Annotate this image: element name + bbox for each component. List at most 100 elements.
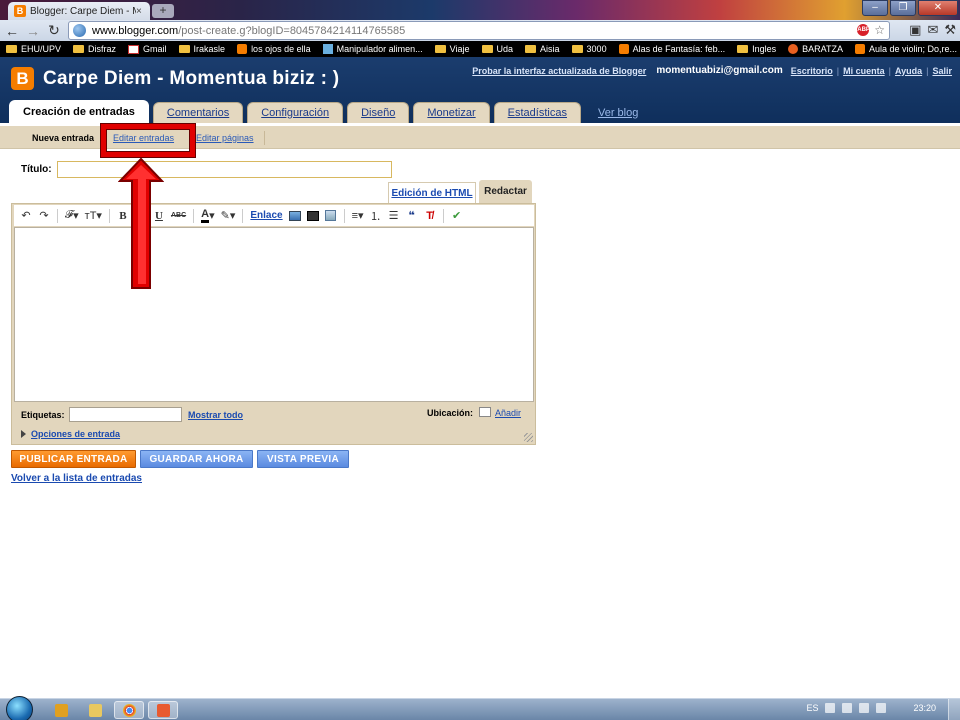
compose-tab[interactable]: Redactar: [479, 180, 532, 203]
tab-comments[interactable]: Comentarios: [152, 102, 244, 123]
reload-icon[interactable]: ↻: [45, 22, 63, 40]
link-button[interactable]: Enlace: [248, 207, 284, 225]
insert-jump-break-icon[interactable]: [323, 207, 339, 225]
window-controls: – ❐ ✕: [862, 0, 958, 16]
main-tabs: Creación de entradas Comentarios Configu…: [9, 100, 655, 123]
add-location-link[interactable]: Añadir: [495, 408, 521, 418]
try-new-interface-link[interactable]: Probar la interfaz actualizada de Blogge…: [472, 66, 646, 76]
undo-icon[interactable]: ↶: [18, 207, 34, 225]
bookmark-item[interactable]: Manipulador alimen...: [322, 44, 423, 54]
blogger-logo-icon[interactable]: B: [11, 67, 34, 90]
font-size-glyph: ᴛT: [84, 209, 97, 222]
redo-icon[interactable]: ↷: [36, 207, 52, 225]
bookmark-item[interactable]: Uda: [481, 44, 513, 54]
tab-monetize[interactable]: Monetizar: [413, 102, 490, 123]
blogger-header: B Carpe Diem - Momentua biziz : ) Probar…: [0, 57, 960, 123]
network-icon[interactable]: [842, 703, 853, 713]
numbered-list-icon[interactable]: ⒈: [368, 207, 384, 225]
my-account-link[interactable]: Mi cuenta: [843, 66, 885, 76]
font-size-icon[interactable]: ᴛT ▾: [83, 207, 104, 225]
volume-icon[interactable]: [876, 703, 887, 713]
toolbar-divider: [108, 208, 110, 223]
post-title-input[interactable]: [57, 161, 392, 178]
signal-icon[interactable]: [859, 703, 870, 713]
preview-button[interactable]: VISTA PREVIA: [257, 450, 349, 468]
extension-icon[interactable]: ▣: [909, 22, 921, 38]
tab-design[interactable]: Diseño: [347, 102, 410, 123]
red-arrow-icon: [118, 157, 164, 289]
bookmark-item[interactable]: Disfraz: [73, 44, 116, 54]
wrench-icon[interactable]: ⚒: [944, 22, 956, 38]
bookmark-item[interactable]: Aula de violin; Do,re...: [855, 44, 957, 54]
mail-icon[interactable]: ✉: [927, 22, 938, 38]
separator: |: [926, 65, 929, 76]
language-indicator[interactable]: ES: [806, 703, 818, 713]
bookmark-item[interactable]: Viaje: [434, 44, 470, 54]
dashboard-link[interactable]: Escritorio: [791, 66, 833, 76]
post-body-editor[interactable]: [14, 227, 534, 402]
spellcheck-icon[interactable]: ✔: [449, 207, 465, 225]
post-options-toggle[interactable]: Opciones de entrada: [21, 429, 120, 439]
font-family-icon[interactable]: 𝓕 ▾: [63, 207, 81, 225]
sign-out-link[interactable]: Salir: [932, 66, 952, 76]
show-all-labels-link[interactable]: Mostrar todo: [188, 410, 243, 420]
bookmark-item[interactable]: Alas de Fantasía: feb...: [618, 44, 725, 54]
blogger-icon: [855, 44, 866, 54]
sub-tab-new-post[interactable]: Nueva entrada: [32, 133, 94, 143]
media-player-taskbar-item[interactable]: [46, 701, 76, 719]
bookmark-item[interactable]: los ojos de ella: [237, 44, 311, 54]
sub-tab-edit-pages[interactable]: Editar páginas: [196, 133, 254, 143]
labels-input[interactable]: [69, 407, 182, 422]
start-button[interactable]: [6, 696, 33, 720]
blockquote-icon[interactable]: ❝: [404, 207, 420, 225]
publish-post-button[interactable]: PUBLICAR ENTRADA: [11, 450, 136, 468]
bookmark-item[interactable]: Ingles: [737, 44, 776, 54]
bookmark-label: Manipulador alimen...: [336, 44, 423, 54]
clock[interactable]: 23:20: [913, 703, 936, 713]
show-desktop-button[interactable]: [948, 699, 960, 720]
tab-posting[interactable]: Creación de entradas: [9, 100, 149, 123]
tab-close-icon[interactable]: ×: [136, 6, 146, 17]
new-tab-button[interactable]: +: [152, 4, 174, 18]
forward-arrow-icon[interactable]: →: [24, 22, 42, 40]
help-link[interactable]: Ayuda: [895, 66, 922, 76]
text-color-icon[interactable]: A ▾: [199, 207, 216, 225]
tab-settings[interactable]: Configuración: [247, 102, 344, 123]
strikethrough-icon[interactable]: ABC: [169, 207, 188, 225]
browser-navbar: ← → ↻ www.blogger.com /post-create.g?blo…: [0, 20, 960, 41]
app-taskbar-item[interactable]: [148, 701, 178, 719]
film-glyph: [306, 210, 319, 221]
tab-stats[interactable]: Estadísticas: [493, 102, 581, 123]
browser-tab[interactable]: B Blogger: Carpe Diem - Mom ×: [8, 2, 150, 20]
bookmark-star-icon[interactable]: ☆: [874, 24, 885, 36]
back-to-posts-link[interactable]: Volver a la lista de entradas: [11, 473, 142, 484]
insert-video-icon[interactable]: [305, 207, 321, 225]
maximize-button[interactable]: ❐: [890, 0, 916, 16]
user-email: momentuabizi@gmail.com: [656, 65, 783, 76]
edit-html-tab[interactable]: Edición de HTML: [388, 182, 476, 203]
insert-image-icon[interactable]: [287, 207, 303, 225]
explorer-taskbar-item[interactable]: [80, 701, 110, 719]
bullet-list-icon[interactable]: ☰: [386, 207, 402, 225]
align-icon[interactable]: ≡ ▾: [350, 207, 366, 225]
bookmark-item[interactable]: Gmail: [128, 44, 167, 54]
resize-handle[interactable]: [524, 433, 533, 442]
address-bar[interactable]: www.blogger.com /post-create.g?blogID=80…: [68, 21, 890, 40]
tab-title: Blogger: Carpe Diem - Mom: [30, 5, 136, 17]
back-arrow-icon[interactable]: ←: [3, 22, 21, 40]
adblock-icon[interactable]: ABP: [857, 24, 870, 36]
minimize-button[interactable]: –: [862, 0, 888, 16]
bookmark-item[interactable]: BARATZA: [788, 44, 843, 54]
chrome-taskbar-item[interactable]: [114, 701, 144, 719]
bookmark-item[interactable]: EHU/UPV: [6, 44, 61, 54]
flag-icon[interactable]: [825, 703, 836, 713]
title-label: Título:: [21, 164, 52, 175]
view-blog-link[interactable]: Ver blog: [585, 102, 651, 123]
bookmark-item[interactable]: Aisia: [525, 44, 560, 54]
bookmark-item[interactable]: Irakasle: [178, 44, 225, 54]
clear-formatting-icon[interactable]: T̸: [422, 207, 438, 225]
save-now-button[interactable]: GUARDAR AHORA: [140, 450, 253, 468]
highlight-color-icon[interactable]: ✎ ▾: [219, 207, 238, 225]
bookmark-item[interactable]: 3000: [571, 44, 607, 54]
close-window-button[interactable]: ✕: [918, 0, 958, 16]
